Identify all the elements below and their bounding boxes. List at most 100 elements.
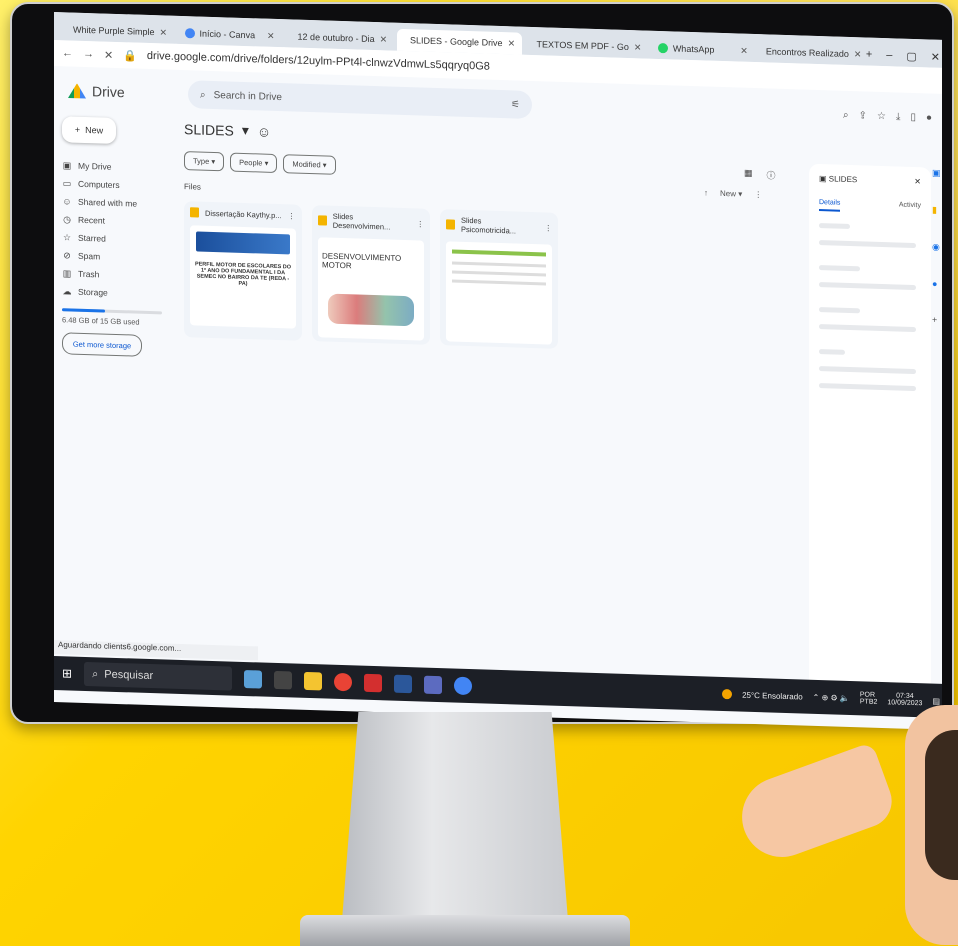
monitor-base — [300, 915, 630, 946]
chevron-down-icon: ▾ — [241, 121, 249, 139]
close-icon[interactable]: ✕ — [854, 49, 862, 60]
clock-icon: ◷ — [63, 213, 71, 225]
url-field[interactable]: drive.google.com/drive/folders/12uylm-PP… — [147, 50, 490, 73]
monitor-stand — [340, 712, 570, 946]
star-icon: ☆ — [62, 231, 72, 243]
tasks-icon[interactable]: ◉ — [932, 242, 942, 253]
more-icon[interactable]: ⋮ — [288, 211, 296, 220]
sort-arrow-icon[interactable]: ↑ — [704, 188, 708, 197]
file-thumbnail — [446, 241, 552, 345]
filter-people[interactable]: People ▾ — [230, 152, 278, 174]
people-icon: ☺ — [62, 196, 72, 207]
chrome-icon[interactable] — [454, 676, 473, 696]
drive-logo[interactable]: Drive — [68, 82, 178, 101]
windows-icon[interactable]: ⊞ — [62, 666, 72, 680]
details-header: ▣ SLIDES ✕ — [819, 174, 921, 186]
text-line — [452, 261, 546, 268]
window-controls: + – ▢ ✕ — [866, 44, 942, 69]
close-icon[interactable]: ✕ — [380, 34, 388, 45]
close-icon[interactable]: ✕ — [914, 177, 921, 186]
loading-placeholder — [819, 240, 916, 249]
explorer-icon[interactable] — [304, 671, 323, 691]
star-icon[interactable]: ☆ — [877, 110, 886, 121]
shared-folder-icon: ☺ — [256, 122, 272, 140]
view-icons: ▦ ⓘ — [744, 168, 776, 182]
more-icon[interactable]: ⋮ — [754, 190, 762, 199]
chrome-icon[interactable] — [334, 672, 353, 692]
grid-view-icon[interactable]: ▦ — [744, 168, 753, 181]
tab-activity[interactable]: Activity — [899, 202, 921, 215]
file-card[interactable]: Slides Desenvolvimen... ⋮ DESENVOLVIMENT… — [312, 205, 430, 345]
drive-logo-icon — [68, 83, 86, 99]
person-hair — [925, 730, 958, 880]
new-button[interactable]: + New — [62, 116, 116, 144]
avatar[interactable]: ● — [926, 112, 932, 123]
close-window-icon[interactable]: ✕ — [931, 50, 940, 63]
system-tray: 25°C Ensolarado ⌃ ⊕ ⚙ 🔈 POR PTB2 07:34 10/… — [722, 687, 942, 708]
close-icon[interactable]: ✕ — [634, 42, 642, 53]
file-card-header: Slides Desenvolvimen... ⋮ — [318, 211, 424, 232]
app-icon[interactable] — [424, 675, 443, 695]
get-storage-button[interactable]: Get more storage — [62, 332, 142, 357]
sidebar-item-storage[interactable]: ☁ Storage — [62, 282, 172, 303]
new-tab-icon[interactable]: + — [866, 49, 872, 61]
close-icon[interactable]: ✕ — [508, 38, 516, 49]
filter-type[interactable]: Type ▾ — [184, 151, 225, 172]
loading-placeholder — [819, 366, 916, 375]
word-icon[interactable] — [394, 674, 413, 694]
text-line — [452, 279, 546, 286]
app-icon[interactable] — [244, 669, 263, 689]
keep-icon[interactable]: ▮ — [932, 205, 942, 216]
contacts-icon[interactable]: ● — [932, 279, 942, 289]
maximize-icon[interactable]: ▢ — [906, 49, 916, 62]
notification-icon[interactable]: ▤ — [932, 696, 940, 705]
storage-bar — [62, 308, 162, 315]
stop-icon[interactable]: ✕ — [104, 48, 113, 61]
close-icon[interactable]: ✕ — [160, 27, 168, 38]
add-icon[interactable]: + — [932, 315, 942, 325]
close-icon[interactable]: ✕ — [267, 30, 275, 41]
file-card-header: Slides Psicomotricida... ⋮ — [446, 215, 552, 236]
monitor: White Purple Simple ✕ Início - Canva ✕ 12 … — [10, 2, 954, 730]
spam-icon: ⊘ — [63, 249, 71, 261]
more-icon[interactable]: ⋮ — [545, 223, 553, 232]
tray-icons[interactable]: ⌃ ⊕ ⚙ 🔈 — [813, 692, 850, 702]
details-title: ▣ SLIDES — [819, 174, 858, 185]
file-card[interactable]: Slides Psicomotricida... ⋮ — [440, 209, 558, 349]
forward-icon[interactable]: → — [83, 48, 94, 60]
task-view-icon[interactable] — [274, 670, 293, 690]
loading-placeholder — [819, 282, 916, 291]
acrobat-icon[interactable] — [364, 673, 383, 693]
slides-icon — [446, 219, 455, 230]
back-icon[interactable]: ← — [62, 47, 73, 59]
taskbar-search[interactable]: ⌕ Pesquisar — [84, 661, 233, 691]
file-grid: Dissertação Kaythy.p... ⋮ PERFIL MOTOR D… — [184, 201, 799, 356]
cloud-icon: ☁ — [62, 285, 72, 297]
share-icon[interactable]: ⇪ — [859, 110, 867, 121]
computer-icon: ▭ — [62, 177, 72, 189]
zoom-icon[interactable]: ⌕ — [843, 109, 849, 120]
download-icon[interactable]: ⤓ — [896, 111, 900, 122]
filter-icon[interactable]: ⚟ — [511, 99, 520, 110]
lock-icon: 🔒 — [123, 49, 137, 63]
close-icon[interactable]: ✕ — [740, 45, 748, 56]
header-icons: ⌕ ⇪ ☆ ⤓ ▯ ● — [843, 109, 942, 123]
more-icon[interactable]: ⋮ — [417, 219, 425, 228]
storage-fill — [62, 308, 105, 313]
sidebar: + New ▣ My Drive ▭ Computers ☺ Shared with m… — [62, 116, 172, 357]
clock[interactable]: 07:34 10/09/2023 — [887, 692, 922, 707]
tab-details[interactable]: Details — [819, 199, 841, 212]
new-menu[interactable]: New ▾ — [720, 189, 742, 199]
info-icon[interactable]: ⓘ — [767, 168, 776, 181]
search-input[interactable]: ⌕ Search in Drive ⚟ — [188, 80, 532, 120]
filter-modified[interactable]: Modified ▾ — [283, 154, 336, 175]
loading-placeholder — [819, 324, 916, 333]
drive-icon: ▣ — [62, 159, 72, 171]
sidepanel-icon[interactable]: ▯ — [910, 111, 916, 122]
main-content: SLIDES ▾ ☺ ▦ ⓘ Type ▾ People ▾ Modified … — [184, 120, 799, 659]
lang-indicator[interactable]: POR PTB2 — [860, 691, 878, 706]
plus-icon: + — [74, 124, 81, 135]
calendar-icon[interactable]: ▣ — [932, 168, 942, 179]
file-card[interactable]: Dissertação Kaythy.p... ⋮ PERFIL MOTOR D… — [184, 201, 302, 341]
minimize-icon[interactable]: – — [886, 49, 892, 61]
